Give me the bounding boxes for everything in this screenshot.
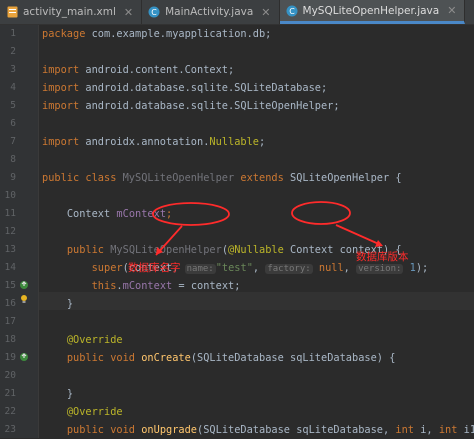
db-version-annotation: 数据库版本 [356, 251, 409, 263]
red-annotation-overlay [152, 201, 383, 256]
version-param-highlight-ellipse [291, 201, 351, 225]
db-name-annotation: 数据库名字 [128, 262, 181, 274]
version-arrow-line [335, 224, 382, 246]
name-param-highlight-ellipse [152, 202, 230, 226]
